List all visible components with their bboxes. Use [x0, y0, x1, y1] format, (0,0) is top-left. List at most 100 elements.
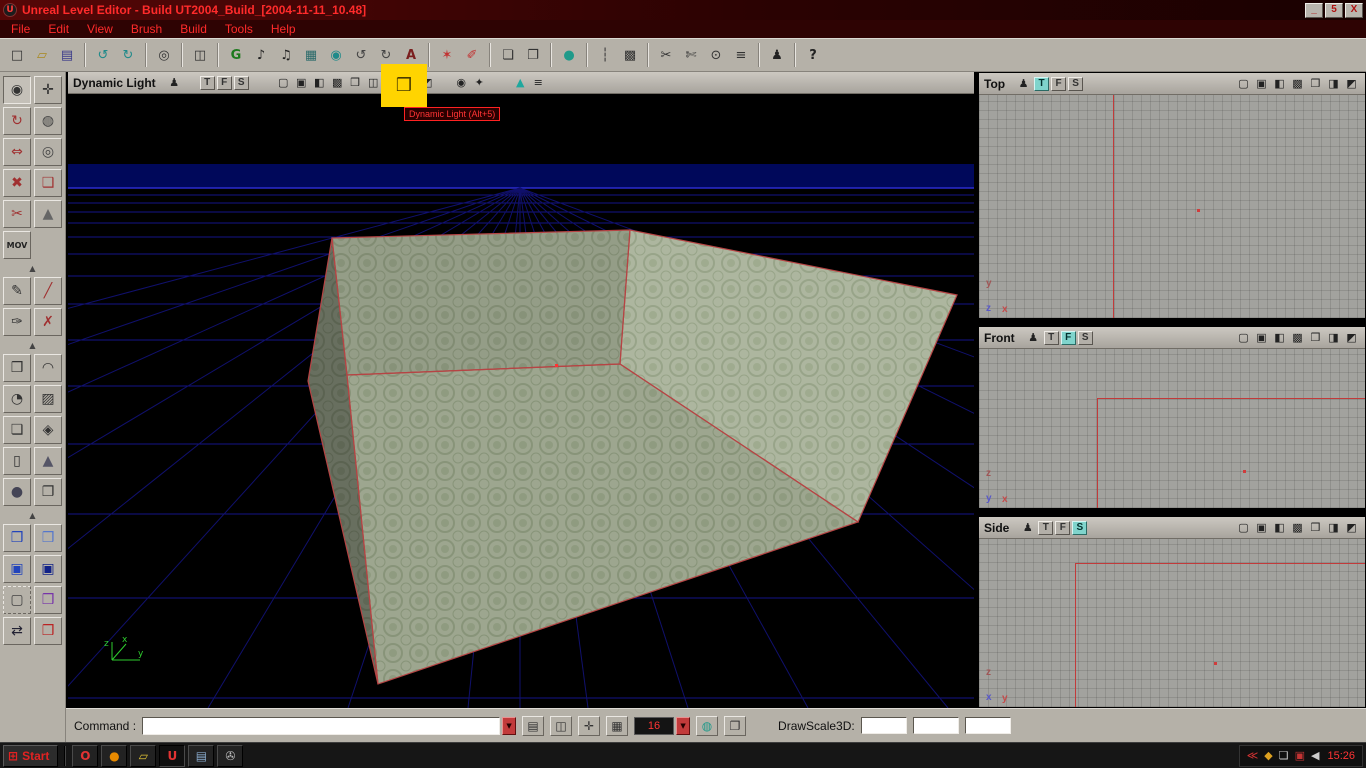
plug-icon[interactable]: ✦ [472, 76, 487, 89]
move-actor-icon[interactable]: ✛ [578, 715, 601, 736]
red-grid-tray-icon[interactable]: ▣ [1295, 749, 1305, 762]
front-toggle-t[interactable]: T [1043, 330, 1059, 345]
csg-intersect-button[interactable]: ▣ [3, 555, 31, 583]
texture-rotate-button[interactable]: ✖ [3, 169, 31, 197]
minimize-button[interactable]: _ [1305, 2, 1323, 18]
drawscale3d-y-input[interactable] [912, 717, 959, 734]
wireframe-mode-button[interactable]: ▢ [275, 75, 292, 91]
side-toggle-s[interactable]: S [1072, 520, 1088, 535]
realtime-preview-icon[interactable]: ◍ [696, 715, 719, 736]
tessellated-builder-button[interactable]: ◈ [34, 416, 62, 444]
matinee-button[interactable]: MOV [3, 231, 31, 259]
freeform-button[interactable]: ⊙ [704, 43, 728, 67]
bsp-cuts-mode-button[interactable]: ◧ [1271, 330, 1288, 346]
textured-mode-button[interactable]: ▩ [1289, 76, 1306, 92]
depth-complexity-mode-button[interactable]: ◩ [1343, 520, 1360, 536]
grid-size-value[interactable]: 16 [634, 716, 675, 735]
pen-tool-button[interactable]: ✎ [3, 277, 31, 305]
top-toggle-f[interactable]: F [1051, 76, 1067, 91]
menu-view[interactable]: View [78, 21, 122, 37]
menu-edit[interactable]: Edit [39, 21, 78, 37]
search-actors-button[interactable]: ◎ [152, 43, 176, 67]
cylinder-builder-button[interactable]: ▯ [3, 447, 31, 475]
side-viewport-canvas[interactable]: z x y [979, 539, 1365, 707]
menu-file[interactable]: File [2, 21, 39, 37]
volumetric-builder-button[interactable]: ❐ [34, 478, 62, 506]
add-marker-button[interactable]: ✐ [460, 43, 484, 67]
actor-icon[interactable]: ♟ [1026, 331, 1041, 344]
actor-icon[interactable]: ♟ [1016, 77, 1031, 90]
panel-icon[interactable]: ❐ [724, 715, 747, 736]
zone-portal-mode-button[interactable]: ◨ [1325, 520, 1342, 536]
sheet-builder-button[interactable]: ❏ [3, 416, 31, 444]
depth-complexity-mode-button[interactable]: ◩ [1343, 76, 1360, 92]
csg-subtract-button[interactable]: ❒ [34, 524, 62, 552]
undo-button[interactable]: ↺ [91, 43, 115, 67]
save-map-button[interactable]: ▤ [55, 43, 79, 67]
surface-properties-button[interactable]: ❏ [496, 43, 520, 67]
orange-app-launcher[interactable]: ● [101, 744, 128, 767]
palette-section-arrow[interactable]: ▲ [3, 339, 62, 351]
volume-tray-icon[interactable]: ◀ [1311, 749, 1319, 762]
menu-brush[interactable]: Brush [122, 21, 171, 37]
cube-builder-button[interactable]: ❒ [3, 354, 31, 382]
build-geometry-button[interactable]: ↺ [349, 43, 373, 67]
texture-pan-button[interactable]: ◎ [34, 138, 62, 166]
zone-portal-mode-button[interactable]: ◨ [1325, 76, 1342, 92]
wireframe-mode-button[interactable]: ▢ [1235, 330, 1252, 346]
overhead-mode-button[interactable]: ▣ [293, 75, 310, 91]
textured-mode-button[interactable]: ▩ [1289, 330, 1306, 346]
top-viewport-canvas[interactable]: y z x [979, 95, 1365, 318]
add-mover-button[interactable]: ❒ [34, 586, 62, 614]
sphere-builder-button[interactable]: ● [3, 478, 31, 506]
actor-icon[interactable]: ♟ [167, 76, 182, 89]
zone-portal-mode-button[interactable]: ◨ [1325, 330, 1342, 346]
overhead-mode-button[interactable]: ▣ [1253, 330, 1270, 346]
pick-tool-button[interactable]: ✑ [3, 308, 31, 336]
context-help-button[interactable]: ? [801, 43, 825, 67]
add-antiportal-button[interactable]: ❒ [34, 617, 62, 645]
console-log-icon[interactable]: ▤ [522, 715, 545, 736]
stretch-mode-button[interactable]: ⇔ [3, 138, 31, 166]
grid-size-dropdown-button[interactable]: ▼ [676, 716, 691, 735]
restore-button[interactable]: 5 [1325, 2, 1343, 18]
camera-mode-button[interactable]: ◉ [3, 76, 31, 104]
bsp-cuts-mode-button[interactable]: ◧ [311, 75, 328, 91]
add-light-button[interactable]: ✶ [435, 43, 459, 67]
vertex-edit-button[interactable]: ❑ [34, 169, 62, 197]
close-button[interactable]: X [1345, 2, 1363, 18]
eye-icon[interactable]: ◉ [454, 76, 469, 89]
level-properties-button[interactable]: ❐ [521, 43, 545, 67]
anchor-icon[interactable]: ◫ [550, 715, 573, 736]
scale-mode-button[interactable]: ◍ [34, 107, 62, 135]
menu-tools[interactable]: Tools [216, 21, 262, 37]
redo-button[interactable]: ↻ [116, 43, 140, 67]
split-poly-button[interactable]: ✄ [679, 43, 703, 67]
textured-mode-button[interactable]: ▩ [1289, 520, 1306, 536]
cut-tool-button[interactable]: ✗ [34, 308, 62, 336]
texture-browser-button[interactable]: ▦ [299, 43, 323, 67]
persp-toggle-t[interactable]: T [199, 75, 215, 90]
top-toggle-s[interactable]: S [1068, 76, 1084, 91]
ut2004-tray-icon[interactable]: ◆ [1264, 749, 1272, 762]
menu-build[interactable]: Build [171, 21, 216, 37]
spiral-stairs-builder-button[interactable]: ◔ [3, 385, 31, 413]
sound-browser-button[interactable]: ♫ [274, 43, 298, 67]
front-viewport-canvas[interactable]: z y x [979, 349, 1365, 508]
hidden-icons-arrow[interactable]: ≪ [1247, 749, 1259, 762]
play-level-button[interactable]: ● [557, 43, 581, 67]
joystick-button[interactable]: ♟ [765, 43, 789, 67]
grid-toggle-icon[interactable]: ▦ [606, 715, 629, 736]
overhead-mode-button[interactable]: ▣ [1253, 76, 1270, 92]
palette-section-arrow[interactable]: ▲ [3, 509, 62, 521]
front-toggle-s[interactable]: S [1077, 330, 1093, 345]
swap-selection-button[interactable]: ⇄ [3, 617, 31, 645]
unrealed-taskbar-button[interactable]: U [159, 744, 186, 767]
bsp-cuts-mode-button[interactable]: ◧ [1271, 76, 1288, 92]
command-input[interactable] [142, 716, 501, 735]
sliders-button[interactable]: ≡ [729, 43, 753, 67]
top-toggle-t[interactable]: T [1034, 76, 1050, 91]
mesh-browser-button[interactable]: ◉ [324, 43, 348, 67]
front-toggle-f[interactable]: F [1060, 330, 1076, 345]
music-browser-button[interactable]: ♪ [249, 43, 273, 67]
